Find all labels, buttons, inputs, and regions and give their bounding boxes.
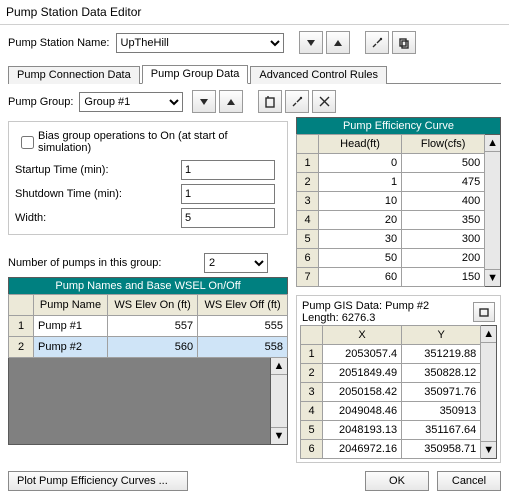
cancel-button[interactable]: Cancel bbox=[437, 471, 501, 491]
table-row: 42049048.46350913 bbox=[301, 402, 481, 421]
table-row: 310400 bbox=[297, 192, 485, 211]
table-row: 32050158.42350971.76 bbox=[301, 383, 481, 402]
scroll-down-icon[interactable]: ▼ bbox=[485, 269, 500, 286]
tab-group-data[interactable]: Pump Group Data bbox=[142, 65, 249, 84]
startup-label: Startup Time (min): bbox=[15, 164, 175, 176]
window-titlebar: Pump Station Data Editor bbox=[0, 0, 509, 25]
eff-curve-title: Pump Efficiency Curve bbox=[296, 117, 501, 134]
copy-icon-button[interactable] bbox=[392, 31, 416, 54]
station-name-combo[interactable]: UpTheHill bbox=[116, 33, 284, 53]
col-ws-on: WS Elev On (ft) bbox=[108, 295, 198, 316]
table-row: 1 Pump #1 557 555 bbox=[9, 316, 288, 337]
table-row: 420350 bbox=[297, 211, 485, 230]
table-row: 650200 bbox=[297, 249, 485, 268]
gis-scrollbar[interactable]: ▲ ▼ bbox=[481, 325, 497, 459]
tab-connection-data[interactable]: Pump Connection Data bbox=[8, 66, 140, 84]
width-input[interactable] bbox=[181, 208, 275, 228]
table-row: 10500 bbox=[297, 154, 485, 173]
table-row: 530300 bbox=[297, 230, 485, 249]
pump-names-table[interactable]: Pump Name WS Elev On (ft) WS Elev Off (f… bbox=[8, 294, 288, 358]
tab-control-rules[interactable]: Advanced Control Rules bbox=[250, 66, 387, 84]
startup-input[interactable] bbox=[181, 160, 275, 180]
bias-label: Bias group operations to On (at start of… bbox=[38, 130, 281, 154]
scroll-up-icon[interactable]: ▲ bbox=[485, 135, 500, 152]
window-title: Pump Station Data Editor bbox=[6, 5, 141, 19]
table-row: 22051849.49350828.12 bbox=[301, 364, 481, 383]
eff-curve-scrollbar[interactable]: ▲ ▼ bbox=[485, 134, 501, 287]
shutdown-input[interactable] bbox=[181, 184, 275, 204]
num-pumps-combo[interactable]: 2 bbox=[204, 253, 268, 273]
table-row: 760150 bbox=[297, 268, 485, 287]
group-move-up-button[interactable] bbox=[219, 90, 243, 113]
bias-checkbox[interactable] bbox=[21, 136, 34, 149]
pump-names-title: Pump Names and Base WSEL On/Off bbox=[8, 277, 288, 294]
pump-group-combo[interactable]: Group #1 bbox=[79, 92, 183, 112]
num-pumps-label: Number of pumps in this group: bbox=[8, 257, 198, 269]
table-row: 12053057.4351219.88 bbox=[301, 345, 481, 364]
group-move-down-button[interactable] bbox=[192, 90, 216, 113]
tools-icon-button[interactable] bbox=[365, 31, 389, 54]
plot-curves-button[interactable]: Plot Pump Efficiency Curves ... bbox=[8, 471, 188, 491]
table-row: 52048193.13351167.64 bbox=[301, 421, 481, 440]
col-pump-name: Pump Name bbox=[34, 295, 108, 316]
gis-table[interactable]: X Y 12053057.4351219.88 22051849.4935082… bbox=[300, 325, 481, 459]
new-group-icon-button[interactable] bbox=[258, 90, 282, 113]
scroll-up-icon[interactable]: ▲ bbox=[481, 326, 496, 343]
pump-group-label: Pump Group: bbox=[8, 96, 73, 108]
ok-button[interactable]: OK bbox=[365, 471, 429, 491]
scroll-down-icon[interactable]: ▼ bbox=[271, 427, 287, 444]
tab-bar: Pump Connection Data Pump Group Data Adv… bbox=[8, 64, 501, 84]
delete-group-icon-button[interactable] bbox=[312, 90, 336, 113]
col-flow: Flow(cfs) bbox=[402, 135, 485, 154]
table-row: 2 Pump #2 560 558 bbox=[9, 337, 288, 358]
eff-curve-table[interactable]: Head(ft) Flow(cfs) 10500 21475 310400 42… bbox=[296, 134, 485, 287]
table-row: 21475 bbox=[297, 173, 485, 192]
gis-tool-icon-button[interactable] bbox=[473, 302, 495, 322]
col-y: Y bbox=[402, 326, 481, 345]
col-x: X bbox=[323, 326, 402, 345]
move-up-button[interactable] bbox=[326, 31, 350, 54]
col-ws-off: WS Elev Off (ft) bbox=[198, 295, 288, 316]
move-down-button[interactable] bbox=[299, 31, 323, 54]
shutdown-label: Shutdown Time (min): bbox=[15, 188, 175, 200]
station-name-label: Pump Station Name: bbox=[8, 37, 110, 49]
width-label: Width: bbox=[15, 212, 175, 224]
gis-length: Length: 6276.3 bbox=[302, 312, 429, 324]
scroll-up-icon[interactable]: ▲ bbox=[271, 358, 287, 375]
group-tools-icon-button[interactable] bbox=[285, 90, 309, 113]
pump-names-scrollbar[interactable]: ▲ ▼ bbox=[270, 358, 287, 444]
pump-names-empty-area: ▲ ▼ bbox=[8, 358, 288, 445]
scroll-down-icon[interactable]: ▼ bbox=[481, 441, 496, 458]
gis-title: Pump GIS Data: Pump #2 bbox=[302, 300, 429, 312]
col-head: Head(ft) bbox=[319, 135, 402, 154]
table-row: 62046972.16350958.71 bbox=[301, 440, 481, 459]
